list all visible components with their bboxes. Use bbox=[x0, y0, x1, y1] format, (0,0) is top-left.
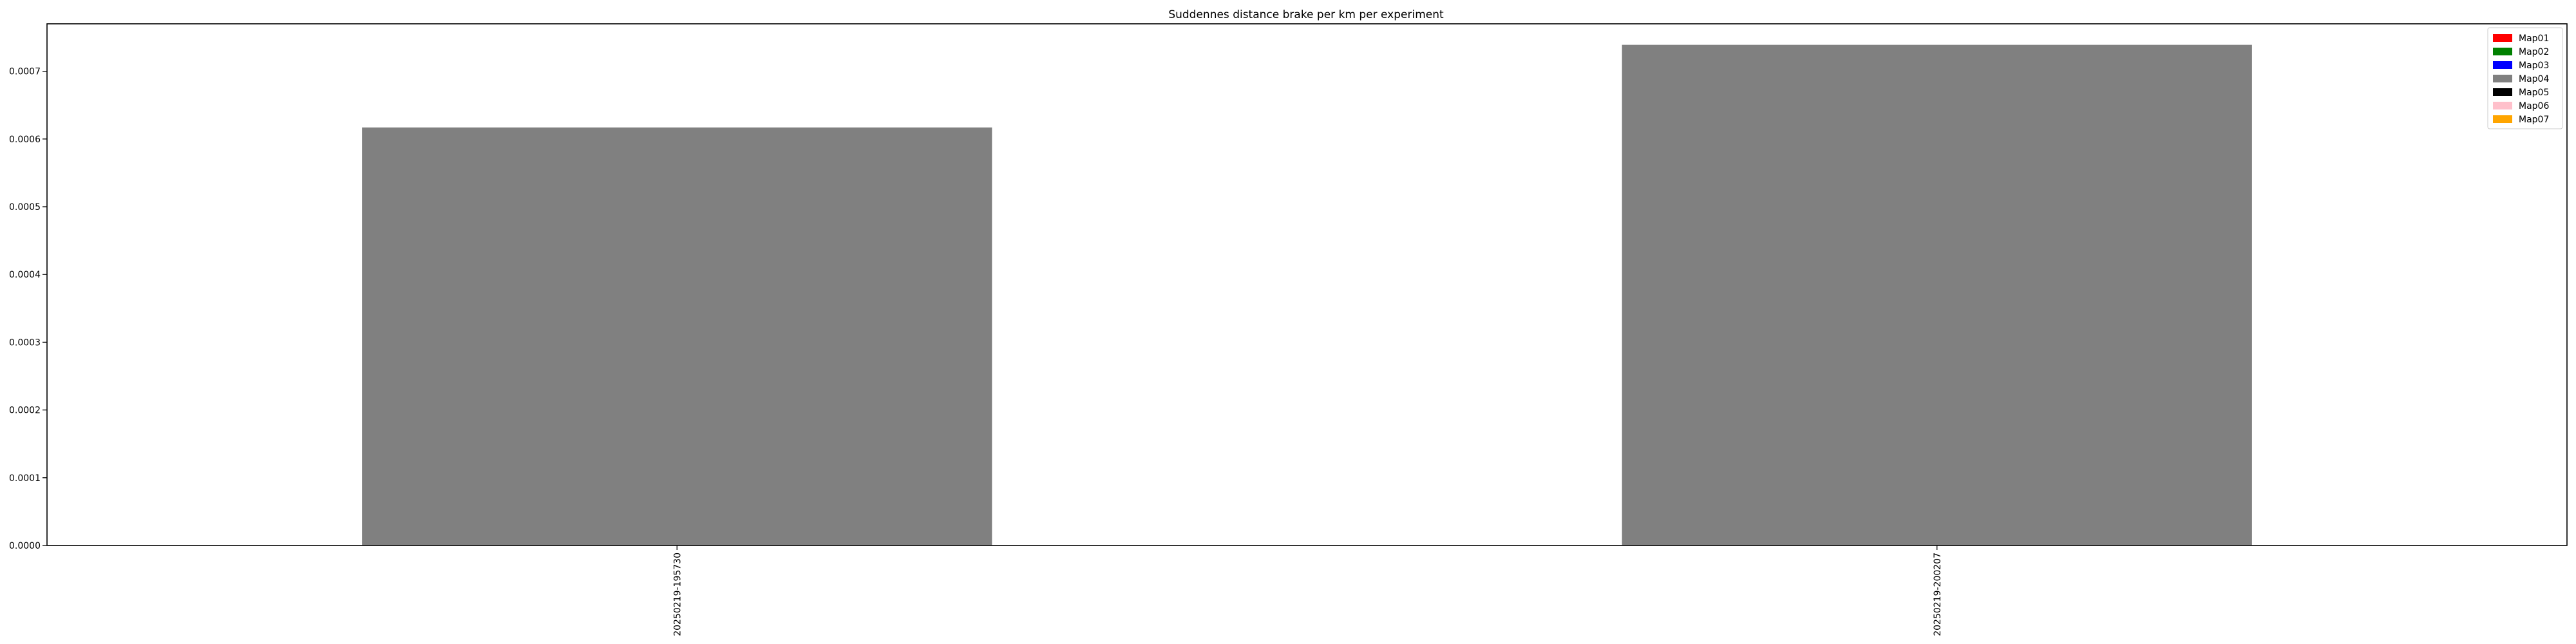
y-tick-label: 0.0005 bbox=[9, 202, 41, 213]
y-tick-label: 0.0000 bbox=[9, 541, 41, 551]
legend-swatch bbox=[2493, 34, 2512, 42]
legend-swatch bbox=[2493, 115, 2512, 123]
legend-label: Map02 bbox=[2519, 47, 2549, 57]
y-tick-label: 0.0003 bbox=[9, 337, 41, 348]
y-tick-label: 0.0001 bbox=[9, 473, 41, 484]
y-axis: 0.0000 0.0001 0.0002 0.0003 0.0004 0.0005 0.00… bbox=[9, 67, 47, 551]
y-tick-label: 0.0007 bbox=[9, 67, 41, 77]
x-tick-label: 20250219-200207 bbox=[1933, 553, 1943, 636]
legend-swatch bbox=[2493, 102, 2512, 109]
legend-swatch bbox=[2493, 61, 2512, 69]
legend-label: Map01 bbox=[2519, 33, 2549, 44]
chart: Suddennes distance brake per km per expe… bbox=[9, 8, 2568, 636]
y-tick-label: 0.0004 bbox=[9, 270, 41, 280]
bar-20250219-200207 bbox=[1622, 44, 2252, 545]
chart-title: Suddennes distance brake per km per expe… bbox=[1168, 8, 1444, 21]
legend-label: Map05 bbox=[2519, 88, 2549, 98]
x-tick-label: 20250219-195730 bbox=[672, 553, 683, 636]
legend-swatch bbox=[2493, 75, 2512, 82]
legend-swatch bbox=[2493, 88, 2512, 96]
x-axis: 20250219-195730 20250219-200207 bbox=[672, 545, 1943, 636]
legend-swatch bbox=[2493, 48, 2512, 55]
y-tick-label: 0.0006 bbox=[9, 135, 41, 145]
bars-layer bbox=[362, 44, 2252, 545]
legend-label: Map04 bbox=[2519, 74, 2549, 84]
bar-20250219-195730 bbox=[362, 127, 992, 545]
y-tick-label: 0.0002 bbox=[9, 406, 41, 416]
legend-label: Map03 bbox=[2519, 61, 2549, 71]
legend-label: Map06 bbox=[2519, 101, 2549, 111]
legend-label: Map07 bbox=[2519, 115, 2549, 125]
legend: Map01 Map02 Map03 Map04 Map05 Map06 Map07 bbox=[2487, 27, 2563, 129]
